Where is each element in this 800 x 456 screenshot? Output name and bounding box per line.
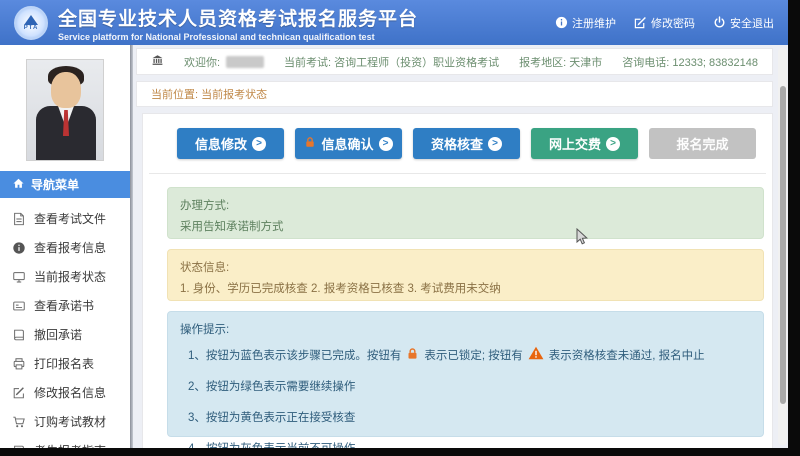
register-maintain-link[interactable]: 注册维护 bbox=[555, 15, 616, 31]
sidebar-nav-header: 导航菜单 bbox=[0, 171, 130, 198]
printer-icon bbox=[12, 357, 26, 371]
power-icon bbox=[713, 16, 726, 29]
welcome-label: 欢迎你: bbox=[184, 54, 220, 70]
pta-logo-text: PTA bbox=[24, 25, 39, 31]
guide-book-icon bbox=[12, 444, 26, 449]
file-icon bbox=[12, 212, 26, 226]
status-box-title: 状态信息: bbox=[180, 259, 751, 275]
scrollbar-thumb[interactable] bbox=[780, 86, 786, 404]
step-modify-info-button[interactable]: 信息修改 > bbox=[177, 128, 284, 159]
app-title: 全国专业技术人员资格考试报名服务平台 bbox=[58, 4, 418, 31]
step-label: 报名完成 bbox=[676, 134, 728, 153]
step-label: 信息修改 bbox=[195, 134, 247, 153]
status-box: 状态信息: 1. 身份、学历已完成核查 2. 报考资格已核查 3. 考试费用未交… bbox=[167, 249, 764, 301]
sidebar-item-commitment-letter[interactable]: 查看承诺书 bbox=[0, 291, 130, 320]
logout-link[interactable]: 安全退出 bbox=[713, 15, 774, 31]
sidebar-item-label: 查看报考信息 bbox=[34, 239, 106, 256]
hotline-text: 咨询电话: 12333; 83832148 bbox=[622, 54, 758, 70]
change-password-label: 修改密码 bbox=[651, 15, 695, 31]
monitor-icon bbox=[12, 270, 26, 284]
app-titles: 全国专业技术人员资格考试报名服务平台 Service platform for … bbox=[58, 4, 418, 42]
status-panel: 信息修改 > 信息确认 > 资格核查 > bbox=[142, 113, 773, 448]
screen: PTA 全国专业技术人员资格考试报名服务平台 Service platform … bbox=[0, 0, 800, 456]
tips-line-2: 2、按钮为绿色表示需要继续操作 bbox=[188, 378, 751, 394]
cart-icon bbox=[12, 415, 26, 429]
sidebar-item-registration-info[interactable]: 查看报考信息 bbox=[0, 233, 130, 262]
sidebar-item-current-status[interactable]: 当前报考状态 bbox=[0, 262, 130, 291]
info-icon bbox=[12, 241, 26, 255]
sidebar-item-modify-info[interactable]: 修改报名信息 bbox=[0, 378, 130, 407]
current-exam-text: 当前考试: 咨询工程师（投资）职业资格考试 bbox=[284, 54, 499, 70]
home-icon bbox=[12, 177, 25, 193]
breadcrumb-text: 当前位置: 当前报考状态 bbox=[151, 86, 267, 102]
book-icon bbox=[12, 328, 26, 342]
step-confirm-info-button[interactable]: 信息确认 > bbox=[295, 128, 402, 159]
sidebar-item-label: 撤回承诺 bbox=[34, 326, 82, 343]
card-icon bbox=[12, 299, 26, 313]
breadcrumb: 当前位置: 当前报考状态 bbox=[136, 81, 773, 107]
change-password-link[interactable]: 修改密码 bbox=[634, 15, 695, 31]
sidebar-item-label: 修改报名信息 bbox=[34, 384, 106, 401]
method-box-content: 采用告知承诺制方式 bbox=[180, 218, 751, 234]
step-label: 信息确认 bbox=[321, 134, 373, 153]
lock-icon bbox=[406, 347, 419, 363]
edit-square-icon bbox=[12, 386, 26, 400]
edit-icon bbox=[634, 16, 647, 29]
method-box-title: 办理方式: bbox=[180, 197, 751, 213]
main-content: 欢迎你: 当前考试: 咨询工程师（投资）职业资格考试 报考地区: 天津市 咨询电… bbox=[133, 45, 775, 448]
tips-line-3: 3、按钮为黄色表示正在接受核查 bbox=[188, 409, 751, 425]
sidebar-item-label: 打印报名表 bbox=[34, 355, 94, 372]
browser-page: PTA 全国专业技术人员资格考试报名服务平台 Service platform … bbox=[0, 0, 788, 448]
sidebar-item-label: 考生报考指南 bbox=[34, 442, 106, 448]
arrow-right-icon: > bbox=[488, 137, 502, 151]
sidebar-item-withdraw-commitment[interactable]: 撤回承诺 bbox=[0, 320, 130, 349]
sidebar-item-label: 查看考试文件 bbox=[34, 210, 106, 227]
tips-line-1: 1、按钮为蓝色表示该步骤已完成。按钮有 表示已锁定; 按钮有 表示资格核查未通过… bbox=[188, 346, 751, 363]
tips-box-title: 操作提示: bbox=[180, 321, 751, 337]
app-subtitle: Service platform for National Profession… bbox=[58, 32, 418, 42]
vertical-scrollbar[interactable] bbox=[778, 48, 787, 445]
tips-box: 操作提示: 1、按钮为蓝色表示该步骤已完成。按钮有 表示已锁定; 按钮有 表示资… bbox=[167, 311, 764, 437]
sidebar-item-exam-files[interactable]: 查看考试文件 bbox=[0, 204, 130, 233]
step-label: 网上交费 bbox=[549, 134, 601, 153]
info-circle-icon bbox=[555, 16, 568, 29]
panel-divider bbox=[149, 173, 766, 174]
step-qualification-check-button[interactable]: 资格核查 > bbox=[413, 128, 520, 159]
welcome-bar: 欢迎你: 当前考试: 咨询工程师（投资）职业资格考试 报考地区: 天津市 咨询电… bbox=[136, 48, 773, 75]
tips-line-4: 4、按钮为灰色表示当前不可操作 bbox=[188, 440, 751, 448]
status-box-content: 1. 身份、学历已完成核查 2. 报考资格已核查 3. 考试费用未交纳 bbox=[180, 280, 751, 296]
header-links: 注册维护 修改密码 安全退出 bbox=[555, 15, 774, 31]
sidebar-item-candidate-guide[interactable]: 考生报考指南 bbox=[0, 436, 130, 448]
register-maintain-label: 注册维护 bbox=[572, 15, 616, 31]
step-registration-complete-button: 报名完成 bbox=[649, 128, 756, 159]
exam-region-text: 报考地区: 天津市 bbox=[519, 54, 602, 70]
nav-header-label: 导航菜单 bbox=[31, 176, 79, 193]
warning-icon bbox=[528, 346, 544, 363]
sidebar-item-order-materials[interactable]: 订购考试教材 bbox=[0, 407, 130, 436]
arrow-right-icon: > bbox=[379, 137, 393, 151]
method-box: 办理方式: 采用告知承诺制方式 bbox=[167, 187, 764, 239]
lock-icon bbox=[304, 136, 316, 151]
pta-logo-icon: PTA bbox=[14, 6, 48, 40]
sidebar-item-print-form[interactable]: 打印报名表 bbox=[0, 349, 130, 378]
arrow-right-icon: > bbox=[606, 137, 620, 151]
step-buttons: 信息修改 > 信息确认 > 资格核查 > bbox=[167, 126, 766, 173]
sidebar: 导航菜单 查看考试文件 查看报考信息 当前报考状态 查看承诺书 bbox=[0, 45, 130, 448]
arrow-right-icon: > bbox=[252, 137, 266, 151]
step-online-payment-button[interactable]: 网上交费 > bbox=[531, 128, 638, 159]
sidebar-item-label: 查看承诺书 bbox=[34, 297, 94, 314]
sidebar-menu: 查看考试文件 查看报考信息 当前报考状态 查看承诺书 撤回承诺 bbox=[0, 198, 130, 448]
candidate-name-redacted bbox=[226, 56, 264, 68]
sidebar-item-label: 订购考试教材 bbox=[34, 413, 106, 430]
logout-label: 安全退出 bbox=[730, 15, 774, 31]
sidebar-item-label: 当前报考状态 bbox=[34, 268, 106, 285]
bank-icon bbox=[151, 54, 164, 70]
step-label: 资格核查 bbox=[431, 134, 483, 153]
app-header: PTA 全国专业技术人员资格考试报名服务平台 Service platform … bbox=[0, 0, 788, 45]
candidate-photo bbox=[26, 59, 104, 161]
